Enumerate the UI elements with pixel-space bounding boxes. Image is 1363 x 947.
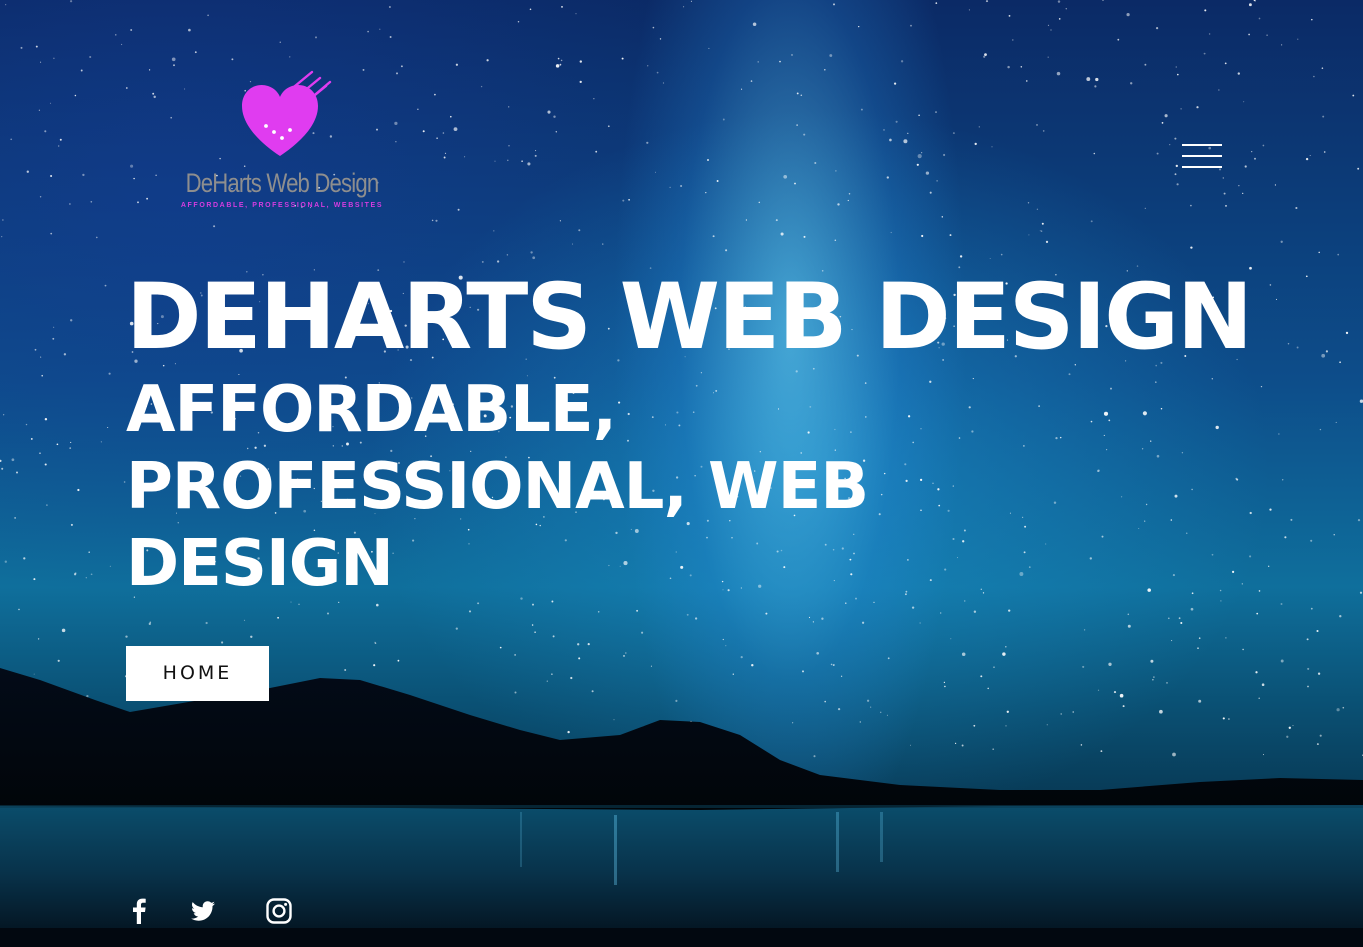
heart-circuit-icon: [242, 70, 332, 156]
facebook-icon[interactable]: [126, 896, 156, 926]
page-subtitle: AFFORDABLE, PROFESSIONAL, WEB DESIGN: [126, 373, 869, 601]
hamburger-menu-icon[interactable]: [1182, 144, 1222, 172]
brand-logo[interactable]: DeHarts Web Design AFFORDABLE, PROFESSIO…: [162, 64, 402, 214]
page-title: DEHARTS WEB DESIGN: [126, 265, 1253, 370]
hero-section: DeHarts Web Design AFFORDABLE, PROFESSIO…: [0, 0, 1363, 947]
logo-name: DeHarts Web Design: [185, 168, 380, 198]
menu-bar: [1182, 155, 1222, 157]
home-button[interactable]: HOME: [126, 646, 269, 701]
instagram-icon[interactable]: [264, 896, 294, 926]
menu-bar: [1182, 166, 1222, 168]
logo-tagline: AFFORDABLE, PROFESSIONAL, WEBSITES: [180, 202, 384, 209]
menu-bar: [1182, 144, 1222, 146]
twitter-icon[interactable]: [188, 896, 218, 926]
